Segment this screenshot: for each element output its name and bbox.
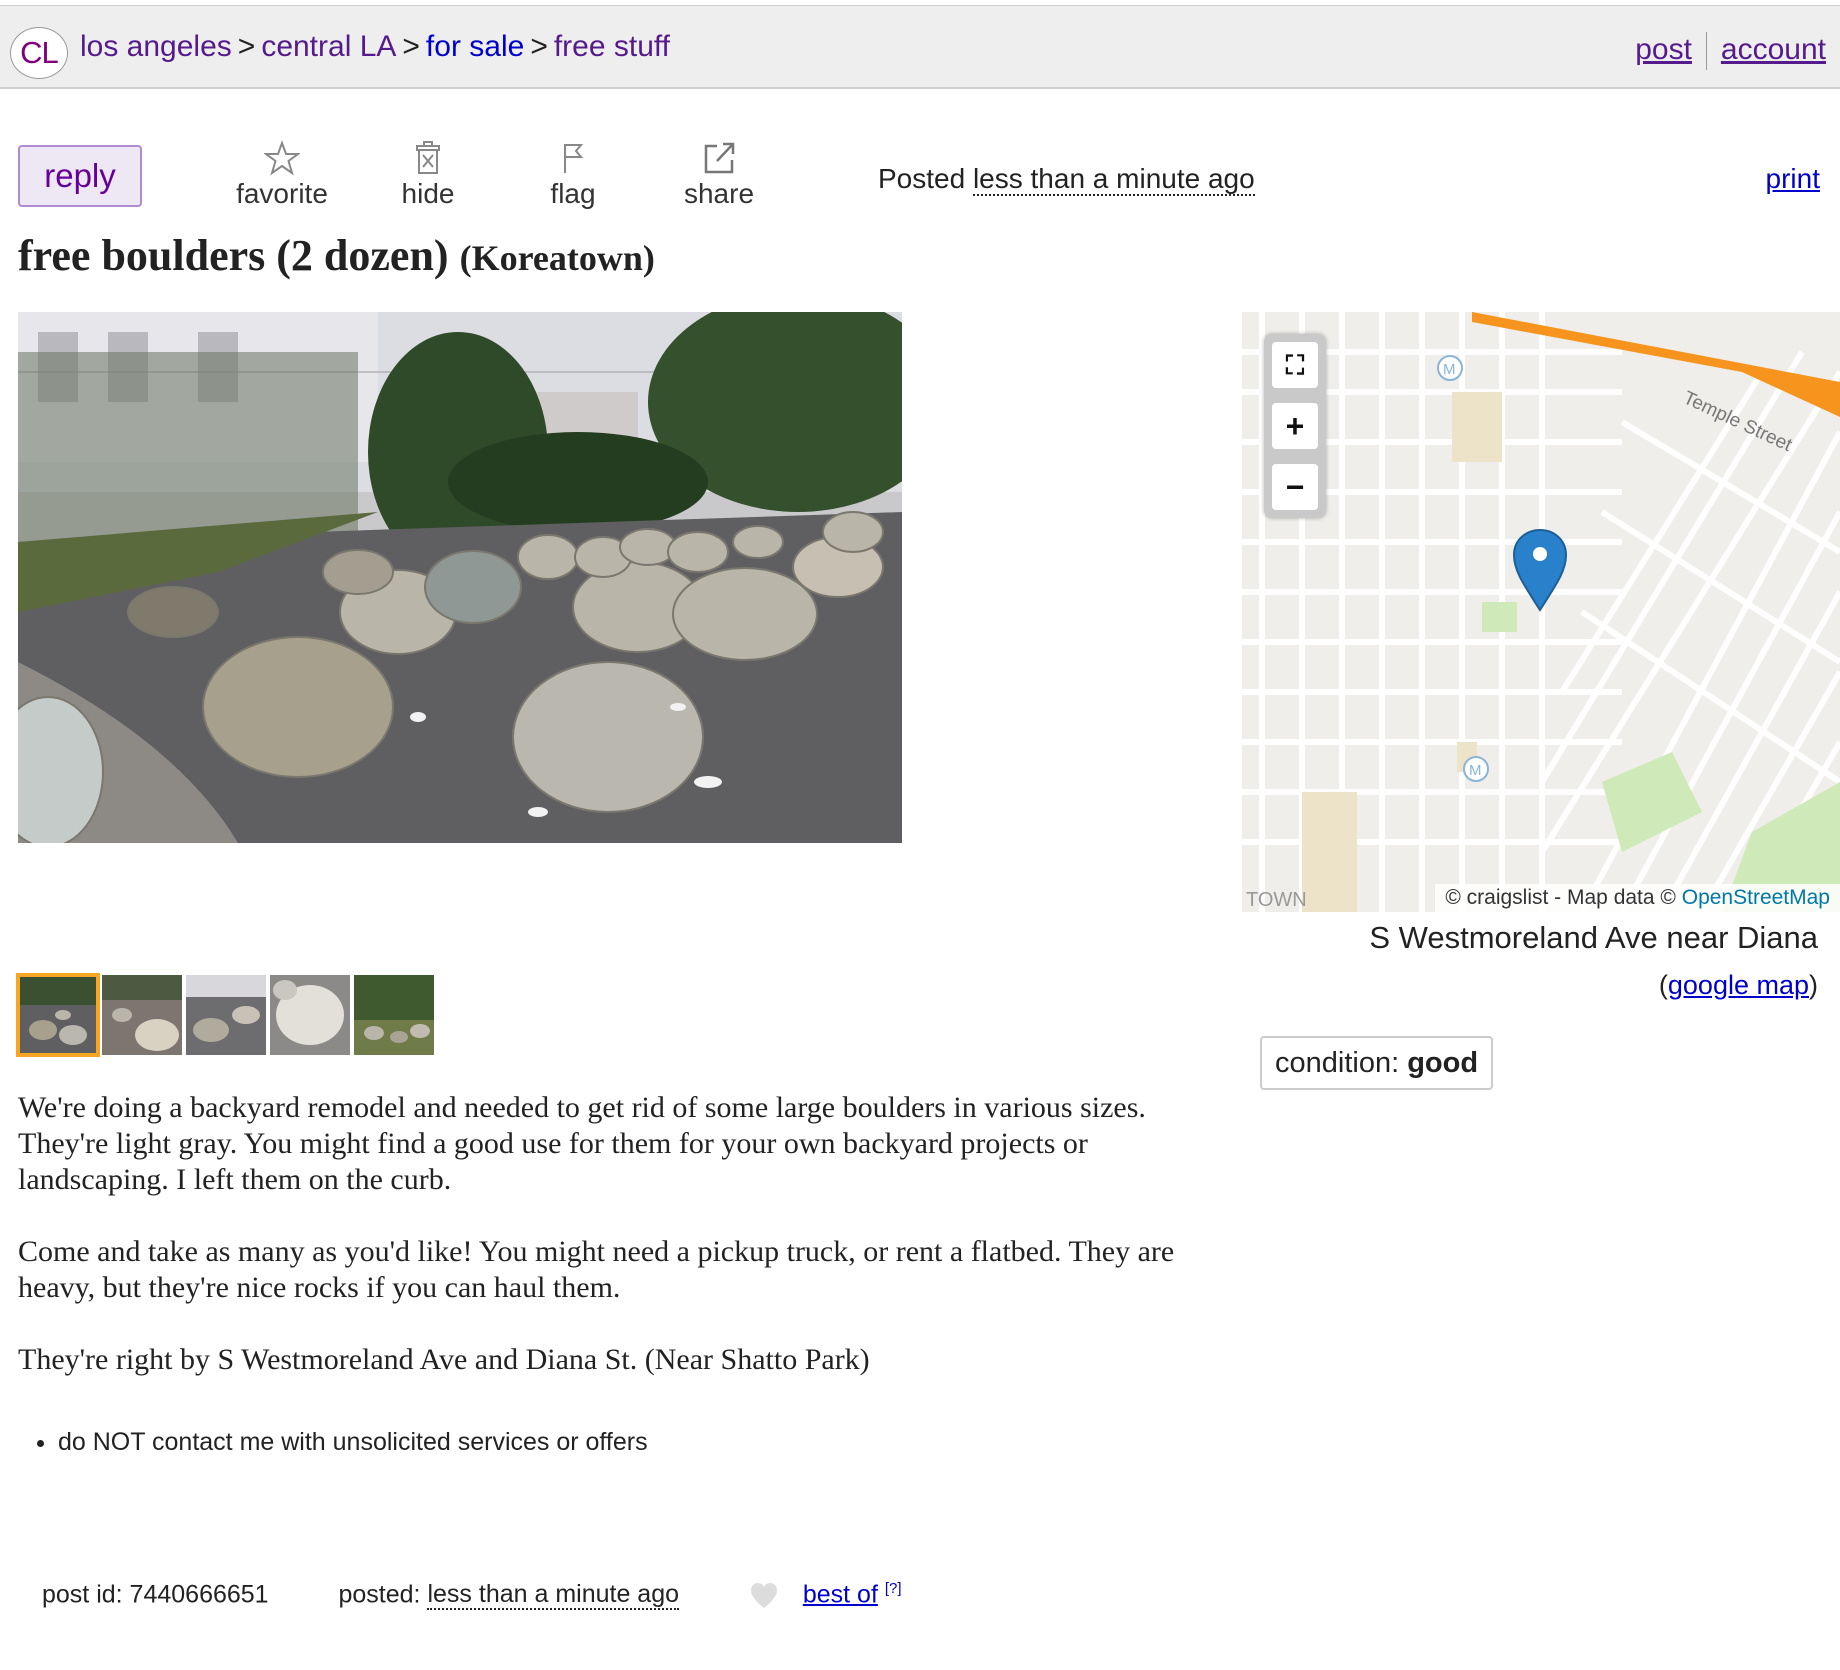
- hide-button[interactable]: hide: [368, 140, 488, 210]
- breadcrumb-free-stuff[interactable]: free stuff: [554, 30, 670, 63]
- breadcrumb-separator: >: [237, 30, 256, 63]
- posting-info: post id: 7440666651 posted: less than a …: [42, 1580, 902, 1611]
- heart-icon: [750, 1582, 777, 1608]
- post-id: post id: 7440666651: [42, 1580, 269, 1609]
- thumbnail[interactable]: [16, 973, 100, 1057]
- posting-body-paragraph: They're right by S Westmoreland Ave and …: [18, 1343, 870, 1376]
- flag-label: flag: [550, 178, 596, 209]
- posting-title-text: free boulders (2 dozen): [18, 231, 449, 280]
- map-attribution-text: © craigslist - Map data ©: [1445, 886, 1676, 909]
- posted-prefix: Posted: [878, 163, 966, 194]
- map-attribution: © craigslist - Map data © OpenStreetMap: [1435, 884, 1840, 912]
- favorite-label: favorite: [236, 178, 328, 209]
- thumbnail[interactable]: [354, 975, 434, 1055]
- main-photo[interactable]: [18, 312, 902, 843]
- breadcrumb-separator: >: [530, 30, 548, 63]
- notice-item: do NOT contact me with unsolicited servi…: [58, 1428, 648, 1457]
- share-icon: [704, 142, 735, 174]
- zoom-in-button[interactable]: +: [1272, 403, 1318, 449]
- map-controls: ⛶ + −: [1264, 334, 1326, 518]
- star-icon: [264, 140, 300, 176]
- posted-date: Posted less than a minute ago: [878, 163, 1255, 196]
- posting-body-paragraph: We're doing a backyard remodel and neede…: [18, 1091, 1146, 1196]
- posting-title: free boulders (2 dozen) (Koreatown): [18, 230, 655, 281]
- openstreetmap-link[interactable]: OpenStreetMap: [1682, 886, 1830, 909]
- account-link[interactable]: account: [1721, 33, 1826, 66]
- share-label: share: [683, 178, 755, 209]
- reply-button[interactable]: reply: [18, 145, 142, 207]
- thumbnail[interactable]: [270, 975, 350, 1055]
- notices: do NOT contact me with unsolicited servi…: [26, 1428, 648, 1457]
- condition-label: condition:: [1275, 1047, 1400, 1079]
- google-map-open-paren: (: [1658, 970, 1668, 1000]
- condition-attribute: condition: good: [1260, 1036, 1494, 1090]
- share-button[interactable]: share: [659, 140, 779, 210]
- metro-icon: M: [1463, 756, 1489, 782]
- breadcrumb-for-sale[interactable]: for sale: [426, 30, 524, 63]
- thumbnail-image: [270, 975, 350, 1055]
- posted-time: less than a minute ago: [972, 163, 1255, 196]
- thumbnail-image: [102, 975, 182, 1055]
- fullscreen-icon[interactable]: ⛶: [1272, 342, 1318, 388]
- craigslist-logo[interactable]: CL: [10, 27, 68, 79]
- map-town-label: TOWN: [1246, 889, 1307, 911]
- thumbnail-image: [18, 975, 98, 1055]
- hide-label: hide: [401, 178, 455, 209]
- top-bar: CL los angeles > central LA > for sale > free …: [0, 5, 1840, 89]
- posting-body-paragraph: Come and take as many as you'd like! You…: [18, 1235, 1175, 1304]
- google-map-line: (google map): [1659, 970, 1818, 1001]
- posting-body: We're doing a backyard remodel and neede…: [18, 1090, 1233, 1414]
- breadcrumb-separator: >: [402, 30, 420, 63]
- google-map-close-paren: ): [1809, 970, 1818, 1000]
- thumbnail-image: [354, 975, 434, 1055]
- map-tiles: Temple Street TOWN M M: [1242, 312, 1840, 912]
- top-links: post account: [1635, 32, 1826, 70]
- posted-label: posted:: [338, 1580, 421, 1609]
- thumbnail-image: [186, 975, 266, 1055]
- favorite-button[interactable]: favorite: [222, 140, 342, 210]
- svg-text:M: M: [1469, 762, 1482, 779]
- breadcrumb: los angeles > central LA > for sale > free stu…: [80, 30, 670, 64]
- flag-icon: [564, 144, 584, 173]
- map[interactable]: Temple Street TOWN M M ⛶ + − © craigslis…: [1242, 312, 1840, 912]
- map-location-label: S Westmoreland Ave near Diana: [1369, 920, 1818, 955]
- posting-neighborhood: (Koreatown): [459, 238, 655, 278]
- svg-text:M: M: [1443, 361, 1456, 378]
- condition-value: good: [1407, 1047, 1479, 1079]
- hide-trash-icon: [416, 141, 440, 174]
- posted-time-footer: less than a minute ago: [427, 1580, 680, 1611]
- breadcrumb-central-la[interactable]: central LA: [261, 30, 396, 63]
- flag-button[interactable]: flag: [513, 140, 633, 210]
- thumbnail[interactable]: [186, 975, 266, 1055]
- best-of-help-link[interactable]: [?]: [885, 1580, 902, 1597]
- zoom-out-button[interactable]: −: [1272, 464, 1318, 510]
- metro-icon: M: [1437, 355, 1463, 381]
- thumbnail[interactable]: [102, 975, 182, 1055]
- boulders-photo: [18, 312, 902, 843]
- divider: [1705, 32, 1707, 70]
- print-link[interactable]: print: [1766, 163, 1820, 195]
- best-of-link[interactable]: best of: [803, 1580, 878, 1608]
- post-link[interactable]: post: [1635, 33, 1692, 66]
- google-map-link[interactable]: google map: [1668, 970, 1809, 1000]
- breadcrumb-los-angeles[interactable]: los angeles: [80, 30, 232, 63]
